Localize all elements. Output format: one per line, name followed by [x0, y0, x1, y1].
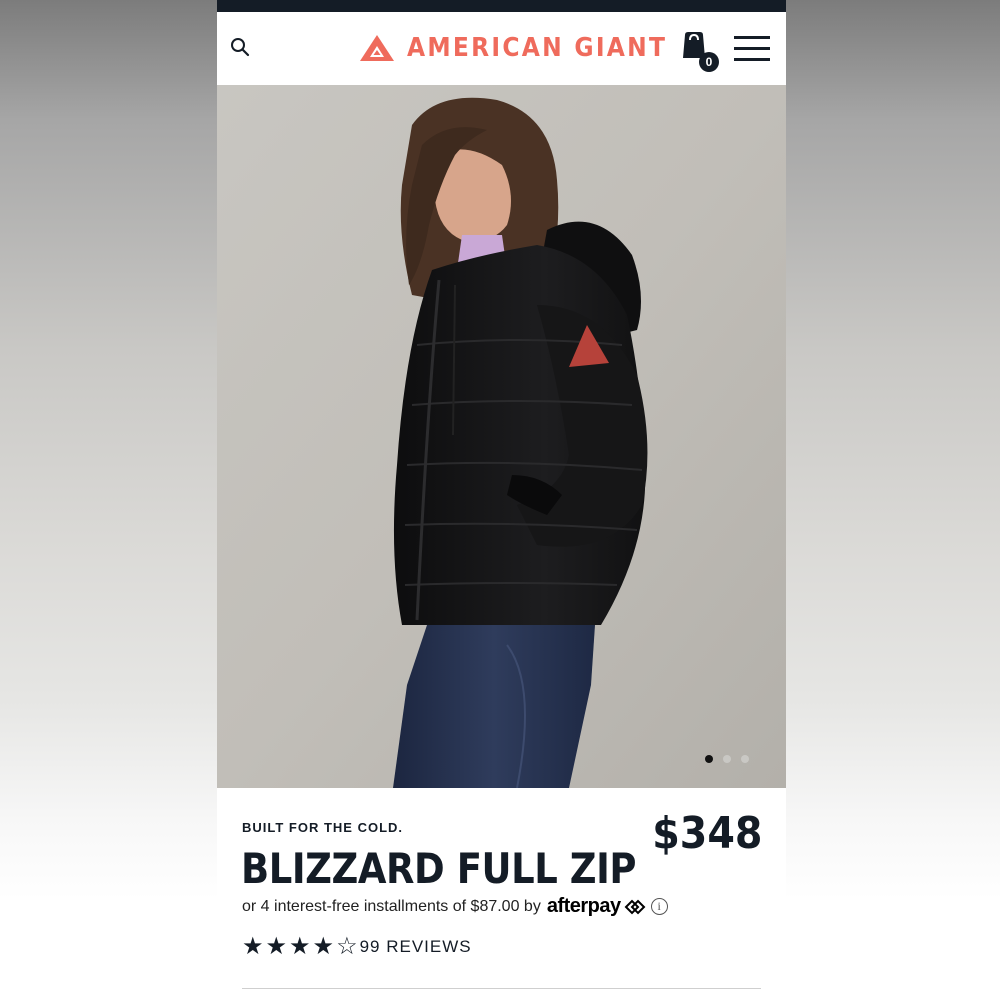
afterpay-installments: or 4 interest-free installments of $87.0…: [242, 895, 668, 918]
product-tagline: BUILT FOR THE COLD.: [242, 820, 404, 835]
brand-name: AMERICAN GIANT: [407, 33, 668, 63]
reviews-link[interactable]: 99 REVIEWS: [360, 937, 472, 957]
star-filled-icon: ★: [265, 933, 288, 960]
product-title: BLIZZARD FULL ZIP: [241, 844, 637, 893]
cart-count-badge: 0: [699, 52, 719, 72]
afterpay-logo[interactable]: afterpay: [547, 895, 621, 918]
search-icon[interactable]: [229, 36, 251, 58]
gallery-dot-2[interactable]: [723, 755, 731, 763]
product-price: $348: [651, 808, 762, 859]
info-icon[interactable]: i: [650, 898, 668, 915]
gallery-dot-1[interactable]: [705, 755, 713, 763]
product-image-gallery[interactable]: [217, 85, 786, 788]
afterpay-arrows-icon: [624, 899, 646, 914]
hamburger-menu-icon[interactable]: [734, 36, 770, 62]
site-header: AMERICAN GIANT 0: [217, 12, 786, 85]
gallery-dot-3[interactable]: [741, 755, 749, 763]
logo-triangle-icon: [360, 35, 394, 61]
star-filled-icon: ★: [289, 933, 311, 960]
product-photo: [217, 85, 786, 788]
star-empty-icon: ☆: [336, 933, 358, 960]
product-info: BUILT FOR THE COLD. $348 BLIZZARD FULL Z…: [217, 788, 786, 1000]
brand-logo[interactable]: AMERICAN GIANT: [359, 28, 696, 68]
cart-button[interactable]: 0: [679, 32, 719, 72]
top-status-bar: [217, 0, 786, 12]
star-filled-icon: ★: [312, 933, 335, 960]
star-filled-icon: ★: [242, 933, 264, 960]
product-rating[interactable]: ★ ★ ★ ★ ☆ 99 REVIEWS: [242, 935, 472, 959]
installments-text: or 4 interest-free installments of $87.0…: [242, 897, 541, 915]
rating-stars: ★ ★ ★ ★ ☆: [242, 935, 358, 959]
gallery-pagination: [705, 755, 749, 763]
section-divider: [242, 988, 761, 989]
mobile-page: AMERICAN GIANT 0 BUILT FOR THE COLD. $34…: [217, 0, 786, 1000]
